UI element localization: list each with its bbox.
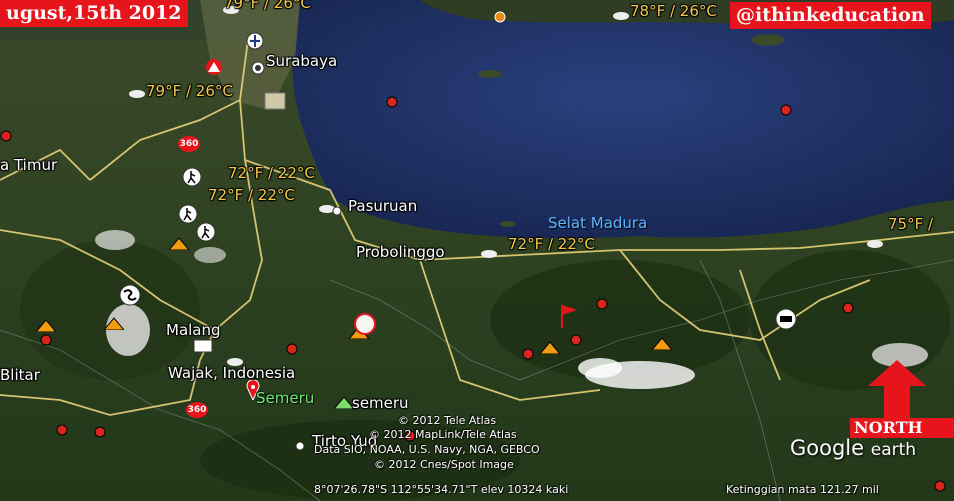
hiking-icon[interactable] <box>178 204 198 224</box>
temperature-label: 75°F / <box>888 215 934 233</box>
earthquake-marker-icon[interactable] <box>596 298 608 310</box>
partly-cloudy-icon[interactable] <box>866 238 884 248</box>
temperature-label: 72°F / 22°C <box>508 235 595 253</box>
place-label-pasuruan[interactable]: Pasuruan <box>348 199 417 214</box>
volcano-icon[interactable] <box>104 316 124 330</box>
satellite-map[interactable]: 360 360 Surabaya Pasuruan Probolinggo Ma… <box>0 0 954 501</box>
coordinates-readout: 8°07'26.78"S 112°55'34.71"T elev 10324 k… <box>314 483 569 496</box>
airport-icon[interactable] <box>246 32 264 50</box>
island <box>500 221 516 227</box>
date-banner: ugust,15th 2012 <box>0 0 188 27</box>
temperature-label: 79°F / 26°C <box>224 0 311 12</box>
weather-station-icon[interactable] <box>264 92 286 110</box>
hiking-icon[interactable] <box>196 222 216 242</box>
place-label-probolinggo[interactable]: Probolinggo <box>356 245 445 260</box>
credit-line: © 2012 Tele Atlas <box>398 414 497 427</box>
city-dot-icon <box>295 441 305 451</box>
place-label-selat-madura[interactable]: Selat Madura <box>548 216 647 231</box>
route-badge: 360 <box>186 402 208 418</box>
mountain-area <box>20 240 200 380</box>
cloud <box>95 230 135 250</box>
earthquake-marker-icon[interactable] <box>0 130 12 142</box>
earthquake-marker-icon[interactable] <box>386 96 398 108</box>
hiking-icon[interactable] <box>182 167 202 187</box>
credit-line: © 2012 Cnes/Spot Image <box>374 458 514 471</box>
place-label-surabaya[interactable]: Surabaya <box>266 54 337 69</box>
landmark-icon[interactable] <box>352 312 378 336</box>
place-label-blitar[interactable]: Blitar <box>0 368 40 383</box>
partly-cloudy-icon[interactable] <box>612 10 630 20</box>
place-label-jatim[interactable]: a Timur <box>0 158 57 173</box>
credit-line: Data SIO, NOAA, U.S. Navy, NGA, GEBCO <box>314 443 540 456</box>
earthquake-marker-icon[interactable] <box>780 104 792 116</box>
earthquake-marker-icon[interactable] <box>56 424 68 436</box>
earthquake-marker-icon[interactable] <box>842 302 854 314</box>
earthquake-marker-icon[interactable] <box>570 334 582 346</box>
earthquake-marker-icon[interactable] <box>94 426 106 438</box>
cloud <box>106 304 150 356</box>
north-arrow-icon <box>868 360 926 418</box>
place-label-wajak[interactable]: Wajak, Indonesia <box>168 366 295 381</box>
city-dot-icon <box>332 206 342 216</box>
place-marker-icon[interactable] <box>250 60 266 76</box>
north-label: NORTH <box>850 418 954 438</box>
google-wordmark: Google <box>790 436 865 460</box>
cloud <box>578 358 622 378</box>
earthquake-marker-icon[interactable] <box>934 480 946 492</box>
partly-cloudy-icon[interactable] <box>128 88 146 98</box>
volcano-icon[interactable] <box>334 395 354 409</box>
earthquake-marker-icon[interactable] <box>286 343 298 355</box>
route-badge: 360 <box>178 136 200 152</box>
island <box>478 70 502 78</box>
sun-icon[interactable] <box>493 10 507 24</box>
earthquake-marker-icon[interactable] <box>40 334 52 346</box>
earth-wordmark: earth <box>870 440 917 460</box>
temperature-label: 72°F / 22°C <box>228 164 315 182</box>
volcano-icon[interactable] <box>169 236 189 250</box>
island <box>752 34 784 46</box>
volcano-icon[interactable] <box>540 340 560 354</box>
google-earth-logo: Google earth <box>790 436 916 460</box>
partly-cloudy-icon[interactable] <box>480 248 498 258</box>
car-icon[interactable] <box>774 308 798 330</box>
place-label-malang[interactable]: Malang <box>166 323 221 338</box>
temperature-label: 79°F / 26°C <box>146 82 233 100</box>
flag-icon[interactable] <box>556 302 578 328</box>
temperature-label: 72°F / 22°C <box>208 186 295 204</box>
volcano-icon[interactable] <box>652 336 672 350</box>
handle-banner: @ithinkeducation <box>730 2 931 29</box>
city-marker-icon[interactable] <box>192 338 214 354</box>
cloud <box>194 247 226 263</box>
earthquake-marker-icon[interactable] <box>522 348 534 360</box>
mountain-marker-icon[interactable] <box>204 58 224 76</box>
winding-road-icon[interactable] <box>118 284 142 306</box>
temperature-label: 78°F / 26°C <box>630 2 717 20</box>
eye-altitude-readout: Ketinggian mata 121.27 mil <box>726 483 879 496</box>
credit-line: © 2012 MapLink/Tele Atlas <box>369 428 517 441</box>
volcano-icon[interactable] <box>36 318 56 332</box>
place-label-semeru-green[interactable]: Semeru <box>256 391 314 406</box>
place-label-semeru[interactable]: semeru <box>352 396 409 411</box>
